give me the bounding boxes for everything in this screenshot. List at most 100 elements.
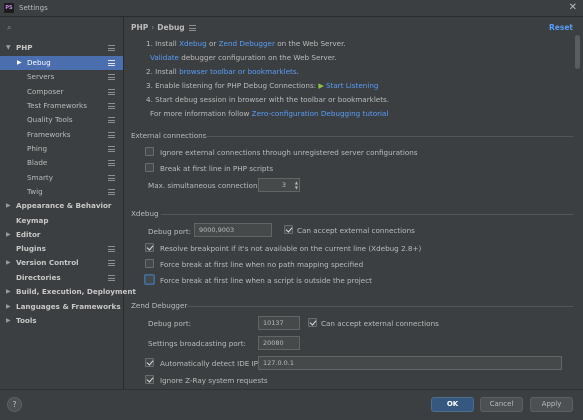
sidebar-item-tools[interactable]: ▶ Tools	[0, 314, 123, 328]
spinner-arrows-icon[interactable]: ▲ ▼	[295, 180, 298, 190]
sidebar-item-appearance[interactable]: ▶ Appearance & Behavior	[0, 199, 123, 213]
ide-ip-input[interactable]: 127.0.0.1	[258, 356, 562, 370]
breadcrumb-parent[interactable]: PHP	[131, 23, 148, 32]
sidebar-item-version-control[interactable]: ▶ Version Control	[0, 256, 123, 270]
xdebug-link[interactable]: Xdebug	[179, 39, 207, 48]
sidebar-item-directories[interactable]: Directories	[0, 271, 123, 285]
auto-detect-ip-checkbox[interactable]	[145, 358, 154, 367]
chevron-right-icon[interactable]: ▶	[6, 256, 11, 270]
sidebar-item-keymap[interactable]: Keymap	[0, 214, 123, 228]
step-text: For more information follow	[150, 109, 252, 118]
sidebar-item-label: Editor	[16, 230, 41, 239]
step-text: on the Web Server.	[274, 39, 346, 48]
xdebug-accept-external-checkbox[interactable]	[284, 225, 293, 234]
chevron-right-icon[interactable]: ▶	[6, 228, 11, 242]
force-break-no-mapping-checkbox[interactable]	[145, 259, 154, 268]
sidebar-item-smarty[interactable]: Smarty	[0, 171, 123, 185]
sidebar-item-build[interactable]: ▶ Build, Execution, Deployment	[0, 285, 136, 299]
cancel-button[interactable]: Cancel	[480, 397, 523, 412]
xdebug-port-label: Debug port:	[148, 227, 192, 236]
sidebar-item-label: PHP	[16, 43, 33, 52]
sidebar-item-label: Languages & Frameworks	[16, 302, 121, 311]
project-config-icon	[108, 89, 115, 95]
zend-port-input[interactable]: 10137	[258, 316, 300, 330]
step-text: or	[206, 39, 219, 48]
project-config-icon	[108, 146, 115, 152]
breadcrumb-separator: ›	[151, 23, 155, 32]
vertical-scrollbar[interactable]	[575, 35, 580, 69]
resolve-breakpoint-checkbox[interactable]	[145, 243, 154, 252]
xdebug-header: Xdebug	[131, 209, 159, 218]
sidebar-item-test-frameworks[interactable]: Test Frameworks	[0, 99, 123, 113]
sidebar-item-editor[interactable]: ▶ Editor	[0, 228, 123, 242]
start-listening-link[interactable]: Start Listening	[326, 81, 379, 90]
broadcast-port-label: Settings broadcasting port:	[148, 339, 246, 348]
sidebar-item-debug[interactable]: ▶ Debug	[0, 56, 123, 70]
xdebug-port-input[interactable]: 9000,9003	[194, 223, 272, 237]
sidebar-item-label: Smarty	[27, 173, 53, 182]
break-first-line-checkbox[interactable]	[145, 163, 154, 172]
sidebar-item-plugins[interactable]: Plugins	[0, 242, 123, 256]
ignore-zray-checkbox[interactable]	[145, 375, 154, 384]
force-break-outside-project-checkbox[interactable]	[145, 275, 154, 284]
step-2: 2. Install browser toolbar or bookmarkle…	[146, 67, 299, 76]
search-input[interactable]	[18, 22, 118, 35]
sidebar-item-twig[interactable]: Twig	[0, 185, 123, 199]
external-connections-header: External connections	[131, 131, 207, 140]
section-divider	[187, 306, 573, 307]
sidebar-item-label: Build, Execution, Deployment	[16, 287, 136, 296]
reset-link[interactable]: Reset	[549, 23, 573, 32]
step-text: .	[296, 67, 299, 76]
phpstorm-logo-icon: PS	[4, 3, 14, 13]
ignore-zray-label: Ignore Z-Ray system requests	[160, 376, 268, 385]
sidebar-item-servers[interactable]: Servers	[0, 70, 123, 84]
project-config-icon	[108, 74, 115, 80]
browser-toolbar-link[interactable]: browser toolbar or bookmarklets	[179, 67, 297, 76]
chevron-right-icon[interactable]: ▶	[6, 199, 11, 213]
step-text: debugger configuration on the Web Server…	[178, 53, 337, 62]
ok-button[interactable]: OK	[431, 397, 474, 412]
sidebar-item-frameworks[interactable]: Frameworks	[0, 128, 123, 142]
zend-port-label: Debug port:	[148, 319, 192, 328]
auto-detect-ip-label: Automatically detect IDE IP:	[160, 359, 261, 368]
zend-debugger-link[interactable]: Zend Debugger	[219, 39, 275, 48]
sidebar-item-languages[interactable]: ▶ Languages & Frameworks	[0, 300, 123, 314]
settings-search[interactable]: ⌕	[4, 21, 120, 37]
zend-accept-external-checkbox[interactable]	[308, 318, 317, 327]
project-config-icon	[108, 103, 115, 109]
sidebar-item-label: Keymap	[16, 216, 49, 225]
start-listening-icon[interactable]: ▶	[318, 81, 324, 90]
sidebar-item-blade[interactable]: Blade	[0, 156, 123, 170]
dialog-footer: ? OK Cancel Apply	[0, 389, 583, 420]
title-bar: PS Settings ✕	[0, 0, 583, 17]
search-icon: ⌕	[7, 23, 12, 32]
step-4-more: For more information follow Zero-configu…	[150, 109, 388, 118]
sidebar-item-quality-tools[interactable]: Quality Tools	[0, 113, 123, 127]
validate-link[interactable]: Validate	[150, 53, 179, 62]
chevron-right-icon[interactable]: ▶	[6, 300, 11, 314]
ignore-unregistered-checkbox[interactable]	[145, 147, 154, 156]
chevron-right-icon[interactable]: ▶	[17, 56, 22, 70]
breadcrumb: PHP › Debug	[131, 23, 185, 32]
apply-button[interactable]: Apply	[530, 397, 573, 412]
sidebar-item-composer[interactable]: Composer	[0, 85, 123, 99]
sidebar-item-label: Test Frameworks	[27, 101, 87, 110]
close-icon[interactable]: ✕	[569, 2, 577, 14]
max-connections-spinner[interactable]: 3	[258, 178, 300, 192]
sidebar-item-label: Quality Tools	[27, 115, 73, 124]
settings-content: PHP › Debug Reset 1. Install Xdebug or Zen…	[125, 17, 583, 389]
chevron-right-icon[interactable]: ▶	[6, 285, 11, 299]
step-text: 1. Install	[146, 39, 180, 48]
sidebar-item-label: Directories	[16, 273, 61, 282]
project-config-icon	[108, 246, 115, 252]
chevron-down-icon[interactable]: ▼	[6, 41, 11, 55]
zero-config-tutorial-link[interactable]: Zero-configuration Debugging tutorial	[252, 109, 389, 118]
sidebar-item-php[interactable]: ▼ PHP	[0, 41, 123, 55]
project-config-icon	[108, 160, 115, 166]
broadcast-port-input[interactable]: 20080	[258, 336, 300, 350]
sidebar-item-label: Twig	[27, 187, 43, 196]
step-1-validate: Validate debugger configuration on the W…	[150, 53, 337, 62]
chevron-right-icon[interactable]: ▶	[6, 314, 11, 328]
help-button[interactable]: ?	[7, 397, 22, 412]
sidebar-item-phing[interactable]: Phing	[0, 142, 123, 156]
